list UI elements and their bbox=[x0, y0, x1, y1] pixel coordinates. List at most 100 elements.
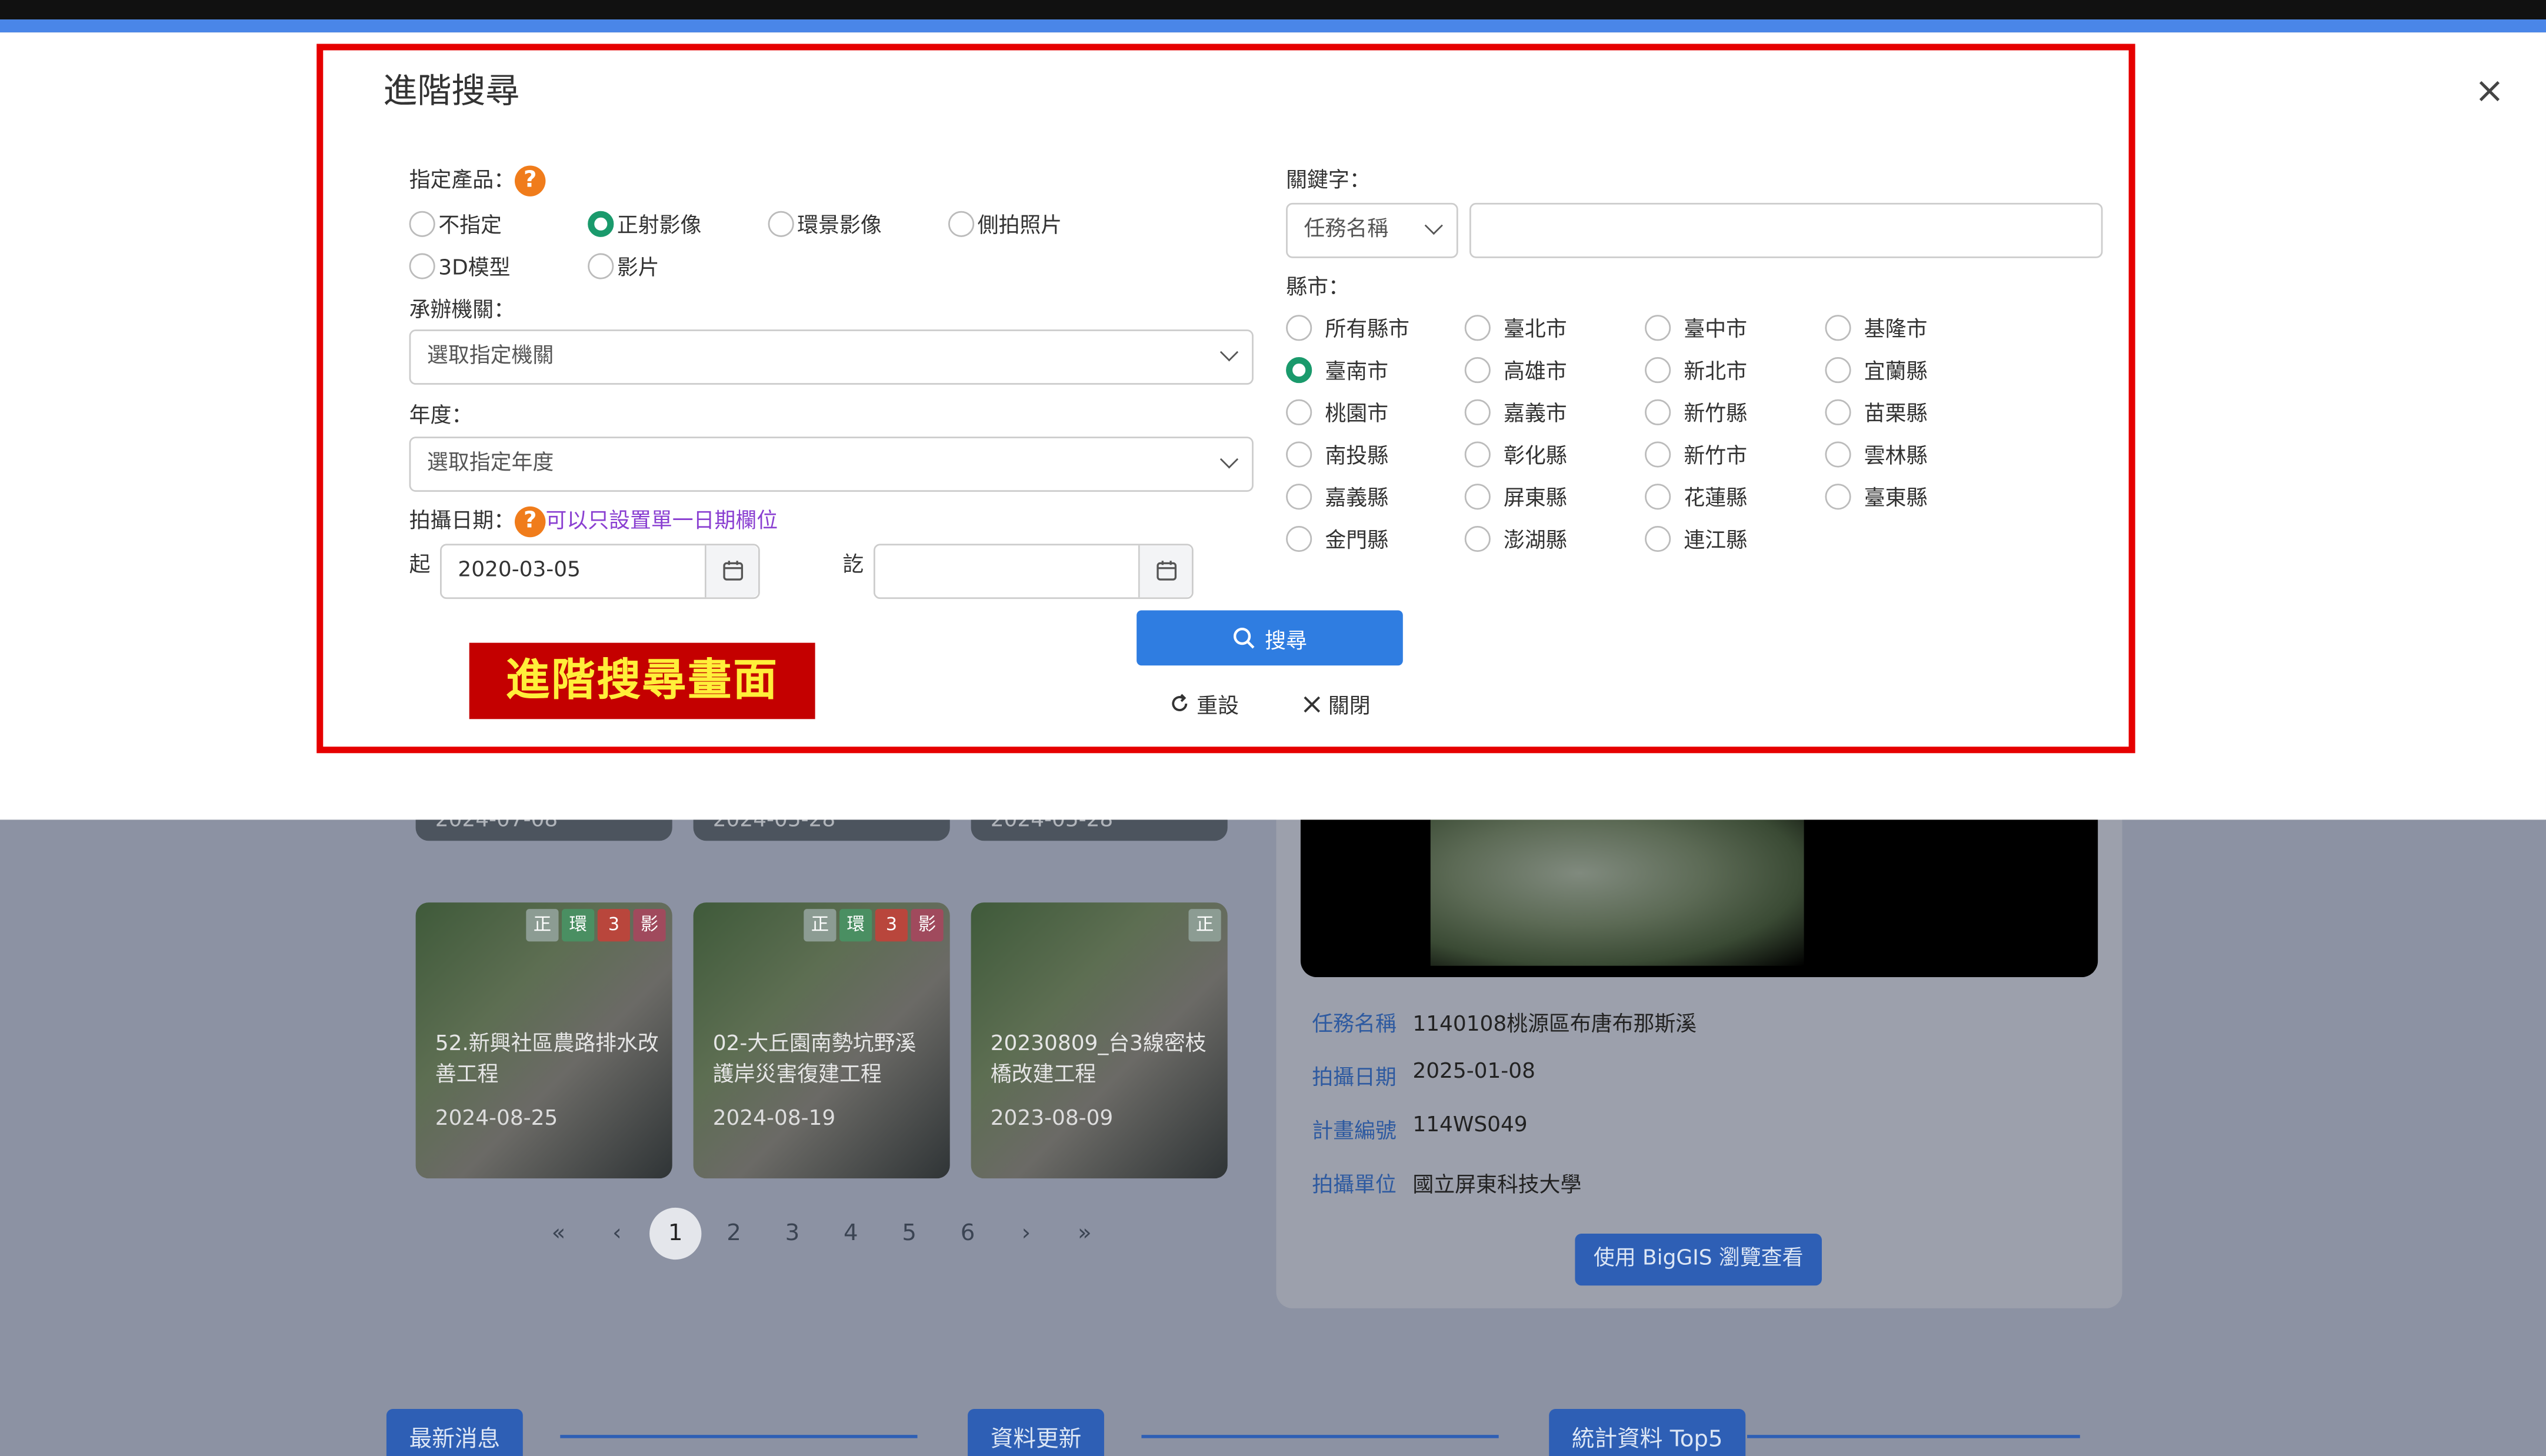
card-date: 2023-08-09 bbox=[990, 1107, 1114, 1132]
option-label: 3D模型 bbox=[438, 256, 511, 281]
option-label: 影片 bbox=[616, 256, 659, 281]
radio-icon bbox=[1825, 482, 1851, 509]
close-icon[interactable]: × bbox=[2475, 71, 2505, 112]
prev-page-button[interactable]: ‹ bbox=[588, 1221, 646, 1247]
view-in-biggis-button[interactable]: 使用 BigGIS 瀏覽查看 bbox=[1575, 1233, 1822, 1286]
section-tab-stats[interactable]: 統計資料 Top5 bbox=[1549, 1408, 1746, 1456]
radio-icon bbox=[1286, 314, 1312, 341]
page-button-current[interactable]: 1 bbox=[649, 1207, 702, 1260]
product-option[interactable]: 不指定 bbox=[409, 208, 502, 239]
reset-button[interactable]: 重設 bbox=[1169, 688, 1239, 719]
county-option[interactable]: 桃園市 bbox=[1286, 396, 1388, 427]
radio-icon bbox=[948, 210, 975, 236]
option-label: 臺中市 bbox=[1684, 318, 1748, 343]
date-from-value: 2020-03-05 bbox=[458, 558, 581, 583]
keyword-field-select[interactable]: 任務名稱 bbox=[1286, 202, 1458, 258]
last-page-button[interactable]: » bbox=[1055, 1221, 1114, 1247]
option-label: 屏東縣 bbox=[1503, 487, 1567, 512]
section-divider bbox=[1141, 1435, 1499, 1438]
detail-key: 拍攝日期 bbox=[1312, 1066, 1397, 1091]
county-option[interactable]: 新竹縣 bbox=[1645, 396, 1747, 427]
result-card[interactable]: 正 環 3 影 52.新興社區農路排水改善工程 2024-08-25 bbox=[415, 902, 672, 1179]
next-page-button[interactable]: › bbox=[997, 1221, 1055, 1247]
page-button[interactable]: 6 bbox=[938, 1221, 997, 1247]
county-option[interactable]: 花蓮縣 bbox=[1645, 481, 1747, 511]
option-label: 嘉義市 bbox=[1503, 402, 1567, 427]
close-button[interactable]: 關閉 bbox=[1302, 688, 1371, 719]
county-option[interactable]: 新竹市 bbox=[1645, 438, 1747, 469]
calendar-icon[interactable] bbox=[1138, 545, 1192, 598]
product-option-selected[interactable]: 正射影像 bbox=[588, 208, 701, 239]
page-button[interactable]: 4 bbox=[822, 1221, 880, 1247]
help-icon[interactable]: ? bbox=[515, 506, 546, 538]
product-option[interactable]: 側拍照片 bbox=[948, 208, 1062, 239]
county-option[interactable]: 臺北市 bbox=[1464, 312, 1567, 342]
county-option[interactable]: 南投縣 bbox=[1286, 438, 1388, 469]
detail-row: 任務名稱 1140108桃源區布唐布那斯溪 bbox=[1312, 1007, 1697, 1037]
pagination: « ‹ 1 2 3 4 5 6 › » bbox=[529, 1207, 1114, 1260]
county-option[interactable]: 金門縣 bbox=[1286, 522, 1388, 554]
county-option[interactable]: 苗栗縣 bbox=[1825, 396, 1927, 427]
calendar-icon[interactable] bbox=[704, 545, 759, 598]
county-option[interactable]: 基隆市 bbox=[1825, 312, 1927, 342]
date-to-input[interactable] bbox=[873, 544, 1194, 599]
agency-placeholder: 選取指定機關 bbox=[426, 344, 554, 369]
county-option[interactable]: 嘉義市 bbox=[1464, 396, 1567, 427]
county-option[interactable]: 宜蘭縣 bbox=[1825, 354, 1927, 385]
search-button-label: 搜尋 bbox=[1265, 629, 1307, 654]
detail-value: 114WS049 bbox=[1412, 1113, 1528, 1138]
product-option[interactable]: 3D模型 bbox=[409, 250, 511, 281]
product-badges: 正 bbox=[1188, 909, 1221, 942]
section-tab-news[interactable]: 最新消息 bbox=[386, 1408, 523, 1456]
screen: 2024-07-08 2024-05-28 2024-05-28 正 環 3 影… bbox=[0, 0, 2546, 1456]
close-label: 關閉 bbox=[1328, 694, 1371, 719]
product-option[interactable]: 影片 bbox=[588, 250, 659, 281]
agency-select[interactable]: 選取指定機關 bbox=[409, 329, 1254, 385]
badge-panorama: 環 bbox=[839, 909, 872, 942]
date-to-label: 訖 bbox=[842, 553, 864, 578]
detail-value: 2025-01-08 bbox=[1412, 1059, 1535, 1085]
date-from-input[interactable]: 2020-03-05 bbox=[440, 544, 760, 599]
shoot-date-label-text: 拍攝日期： bbox=[409, 509, 515, 534]
county-option[interactable]: 連江縣 bbox=[1645, 522, 1747, 554]
result-card[interactable]: 正 環 3 影 02-大丘園南勢坑野溪護岸災害復建工程 2024-08-19 bbox=[693, 902, 950, 1179]
county-option[interactable]: 雲林縣 bbox=[1825, 438, 1927, 469]
county-option[interactable]: 所有縣市 bbox=[1286, 312, 1409, 342]
radio-icon bbox=[1464, 525, 1491, 551]
radio-icon bbox=[1645, 482, 1671, 509]
badge-orthophoto: 正 bbox=[1188, 909, 1221, 942]
county-option[interactable]: 高雄市 bbox=[1464, 354, 1567, 385]
section-divider bbox=[1747, 1435, 2080, 1438]
product-label: 指定產品：? bbox=[409, 162, 546, 196]
search-button[interactable]: 搜尋 bbox=[1137, 610, 1403, 666]
annotation-label: 進階搜尋畫面 bbox=[469, 642, 815, 719]
card-title: 02-大丘園南勢坑野溪護岸災害復建工程 bbox=[712, 1032, 917, 1088]
county-option[interactable]: 新北市 bbox=[1645, 354, 1747, 385]
badge-orthophoto: 正 bbox=[526, 909, 559, 942]
county-option[interactable]: 彰化縣 bbox=[1464, 438, 1567, 469]
card-date: 2024-08-25 bbox=[435, 1107, 558, 1132]
help-icon[interactable]: ? bbox=[515, 165, 546, 196]
county-option[interactable]: 屏東縣 bbox=[1464, 481, 1567, 512]
year-select[interactable]: 選取指定年度 bbox=[409, 437, 1254, 492]
page-button[interactable]: 2 bbox=[705, 1221, 763, 1247]
keyword-input[interactable] bbox=[1469, 202, 2103, 258]
county-option[interactable]: 澎湖縣 bbox=[1464, 522, 1567, 554]
page-button[interactable]: 5 bbox=[880, 1221, 938, 1247]
county-option[interactable]: 臺東縣 bbox=[1825, 481, 1927, 511]
result-card[interactable]: 正 20230809_台3線密枝橋改建工程 2023-08-09 bbox=[971, 902, 1228, 1179]
product-option[interactable]: 環景影像 bbox=[768, 208, 882, 239]
badge-3d: 3 bbox=[597, 909, 630, 942]
detail-value: 1140108桃源區布唐布那斯溪 bbox=[1412, 1012, 1697, 1038]
radio-icon bbox=[1464, 441, 1491, 467]
page-button[interactable]: 3 bbox=[763, 1221, 821, 1247]
radio-icon bbox=[768, 210, 794, 236]
county-option[interactable]: 臺中市 bbox=[1645, 312, 1747, 342]
section-tab-updates[interactable]: 資料更新 bbox=[968, 1408, 1104, 1456]
product-badges: 正 環 3 影 bbox=[804, 909, 944, 942]
county-option[interactable]: 嘉義縣 bbox=[1286, 481, 1388, 511]
radio-icon bbox=[1286, 441, 1312, 467]
agency-label: 承辦機關： bbox=[409, 298, 515, 324]
first-page-button[interactable]: « bbox=[529, 1221, 588, 1247]
county-option-selected[interactable]: 臺南市 bbox=[1286, 354, 1388, 385]
